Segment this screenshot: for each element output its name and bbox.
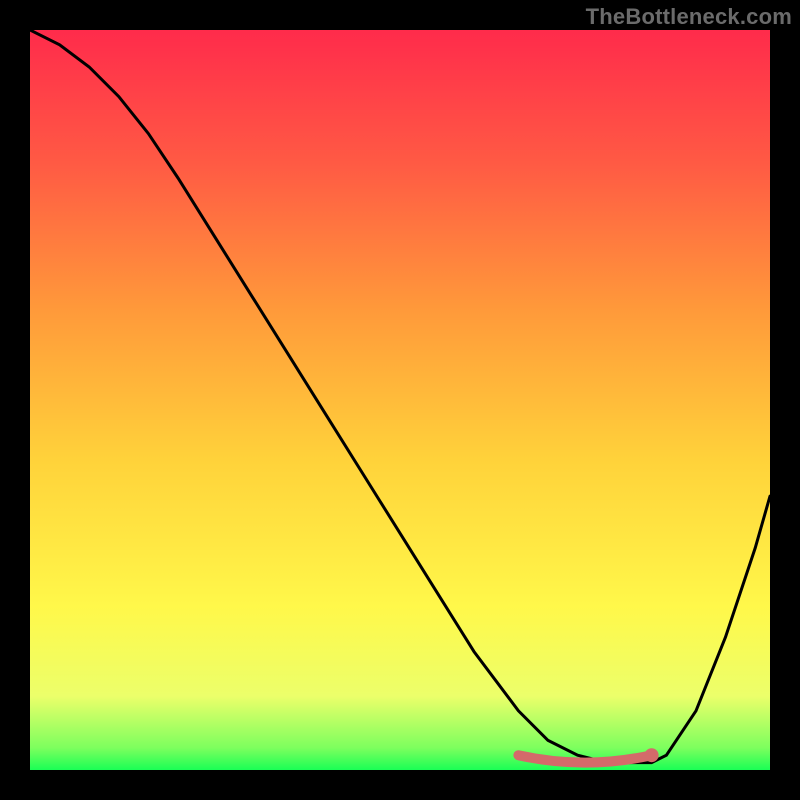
attribution-label: TheBottleneck.com	[586, 4, 792, 30]
bottleneck-curve-chart	[30, 30, 770, 770]
chart-container: TheBottleneck.com	[0, 0, 800, 800]
optimal-point-marker	[645, 748, 659, 762]
plot-area	[30, 30, 770, 770]
gradient-background	[30, 30, 770, 770]
